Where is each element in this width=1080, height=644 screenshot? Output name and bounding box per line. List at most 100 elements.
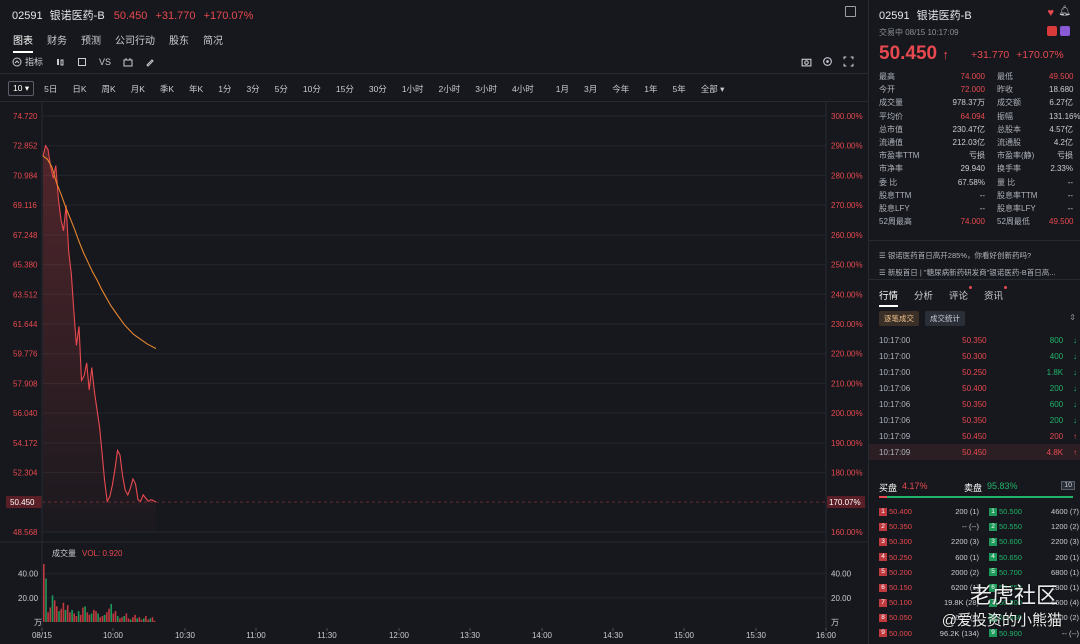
scroll-expand-icon[interactable]: ⇕	[1069, 313, 1076, 322]
period-option[interactable]: 30分	[369, 83, 387, 95]
price-tick-label: 67.248	[13, 231, 38, 240]
chart-style-button[interactable]	[123, 57, 133, 67]
divider	[869, 240, 1080, 241]
chart-toolbar-right	[801, 56, 854, 67]
x-tick-label: 11:00	[246, 631, 266, 640]
nav-tab[interactable]: 图表	[13, 32, 33, 53]
hk-flag-icon	[1047, 26, 1057, 36]
chart-panel: 02591 银诺医药-B 50.450 +31.770 +170.07% 图表财…	[0, 0, 868, 644]
trade-row: 10:17:06 50.350 200 ↓	[869, 412, 1080, 428]
stat-value: 4.57亿	[1049, 124, 1073, 134]
trade-subtab[interactable]: 成交统计	[925, 311, 965, 326]
notification-dot	[1004, 286, 1008, 289]
stat-value: 亏损	[969, 151, 985, 161]
news-item[interactable]: ☰ 银诺医药首日高开285%，你看好创新药吗?	[879, 250, 1075, 261]
bid-volume: 2200 (	[951, 537, 973, 547]
period-option[interactable]: 15分	[336, 83, 354, 95]
ask-price: 50.700	[999, 567, 1022, 577]
period-option[interactable]: 1小时	[402, 83, 424, 95]
period-option[interactable]: 5日	[44, 83, 57, 95]
nav-tab[interactable]: 简况	[203, 32, 223, 53]
period-option[interactable]: 年K	[189, 83, 203, 95]
depth-button[interactable]: 10	[1061, 481, 1075, 490]
nav-tab[interactable]: 股东	[169, 32, 189, 53]
expand-icon[interactable]	[845, 6, 856, 17]
volume-bar	[88, 614, 91, 623]
draw-pen-button[interactable]	[145, 57, 155, 67]
stat-value: --	[979, 203, 985, 213]
news-item[interactable]: ☰ 新股首日 | "糖尿病新药研发商"银诺医药-B首日高...	[879, 267, 1075, 278]
quote-tab[interactable]: 行情	[879, 288, 899, 307]
volume-bar	[123, 616, 125, 622]
volume-bar	[127, 618, 130, 622]
bell-icon[interactable]: 🔔︎	[1058, 6, 1071, 17]
period-option[interactable]: 5分	[275, 83, 288, 95]
nav-tab[interactable]: 预测	[81, 32, 101, 53]
x-tick-label: 08/15	[32, 631, 53, 640]
x-tick-label: 14:00	[532, 631, 553, 640]
volume-bar	[53, 600, 56, 623]
quote-name: 银诺医药-B	[916, 10, 972, 22]
volume-unit-label: 万	[831, 618, 839, 627]
stock-title: 02591 银诺医药-B 50.450 +31.770 +170.07%	[12, 7, 253, 23]
period-option[interactable]: 今年	[612, 83, 629, 95]
period-option[interactable]: 3分	[246, 83, 259, 95]
draw-rect-button[interactable]	[77, 57, 87, 67]
stat-value: 亏损	[1057, 151, 1073, 161]
trade-subtab[interactable]: 逐笔成交	[879, 311, 919, 326]
volume-bar	[84, 606, 86, 622]
trades-list: 10:17:00 50.350 800 ↓ 10:17:00 50.300 400 ↓ 10:1…	[869, 332, 1080, 460]
stat-value: 49.500	[1049, 72, 1074, 82]
intraday-chart[interactable]: 74.720 72.852 70.984 69.116 67.248 65.380 63.5…	[0, 102, 868, 644]
period-option[interactable]: 3小时	[475, 83, 497, 95]
period-option[interactable]: 4小时	[512, 83, 534, 95]
news-icon: ☰	[879, 268, 888, 277]
period-option[interactable]: 2小时	[439, 83, 461, 95]
stat-value: 230.47亿	[952, 124, 985, 134]
ask-count: 1)	[1072, 583, 1079, 593]
bid-count: 1)	[972, 552, 979, 562]
stat-label: 流通值	[879, 138, 903, 148]
volume-bar	[86, 612, 89, 622]
period-option[interactable]: 5年	[672, 83, 685, 95]
period-option[interactable]: 日K	[72, 83, 86, 95]
notification-dot	[969, 286, 973, 289]
period-option[interactable]: 1年	[644, 83, 657, 95]
pct-tick-label: 250.00%	[831, 261, 863, 270]
trade-qty: 200	[1049, 415, 1064, 425]
period-select[interactable]: 10 ▾	[8, 81, 35, 96]
nav-tab[interactable]: 公司行动	[115, 32, 155, 53]
quote-tab[interactable]: 评论	[949, 286, 973, 307]
quote-tab[interactable]: 资讯	[984, 286, 1008, 307]
price-tick-label: 48.568	[13, 528, 38, 537]
square-icon	[78, 57, 87, 66]
period-option[interactable]: 月K	[131, 83, 145, 95]
stat-label: 昨收	[997, 85, 1013, 95]
period-option[interactable]: 季K	[160, 83, 174, 95]
trade-row: 10:17:09 50.450 4.8K ↑	[869, 444, 1080, 460]
period-option[interactable]: 1月	[556, 83, 569, 95]
candle-type-button[interactable]	[55, 57, 65, 67]
favorite-icon[interactable]: ♥	[1047, 7, 1054, 19]
volume-tick-label: 20.00	[18, 594, 39, 603]
quote-tab[interactable]: 分析	[914, 288, 933, 307]
period-option[interactable]: 3月	[584, 83, 597, 95]
settings-icon[interactable]	[822, 56, 833, 67]
period-option[interactable]: 周K	[102, 83, 116, 95]
orderbook-row: 3 50.300 2200 (3) 3 50.600 2200 (3)	[869, 534, 1080, 549]
period-option[interactable]: 1分	[218, 83, 231, 95]
volume-bar	[151, 617, 154, 622]
vs-button[interactable]: VS	[99, 57, 111, 67]
trade-price: 50.450	[962, 431, 987, 441]
camera-icon[interactable]	[801, 56, 812, 67]
ask-count: 2)	[1072, 613, 1079, 623]
bid-price: 50.250	[889, 552, 912, 562]
indicator-button[interactable]: 指标	[12, 55, 43, 68]
ask-level: 3	[989, 537, 997, 546]
nav-tab[interactable]: 财务	[47, 32, 67, 53]
period-option[interactable]: 全部 ▾	[701, 83, 725, 95]
period-option[interactable]: 10分	[303, 83, 321, 95]
fullscreen-icon[interactable]	[843, 56, 854, 67]
volume-bar	[134, 614, 136, 623]
stat-row: 流通值 212.03亿 流通股 4.2亿	[879, 136, 1073, 149]
